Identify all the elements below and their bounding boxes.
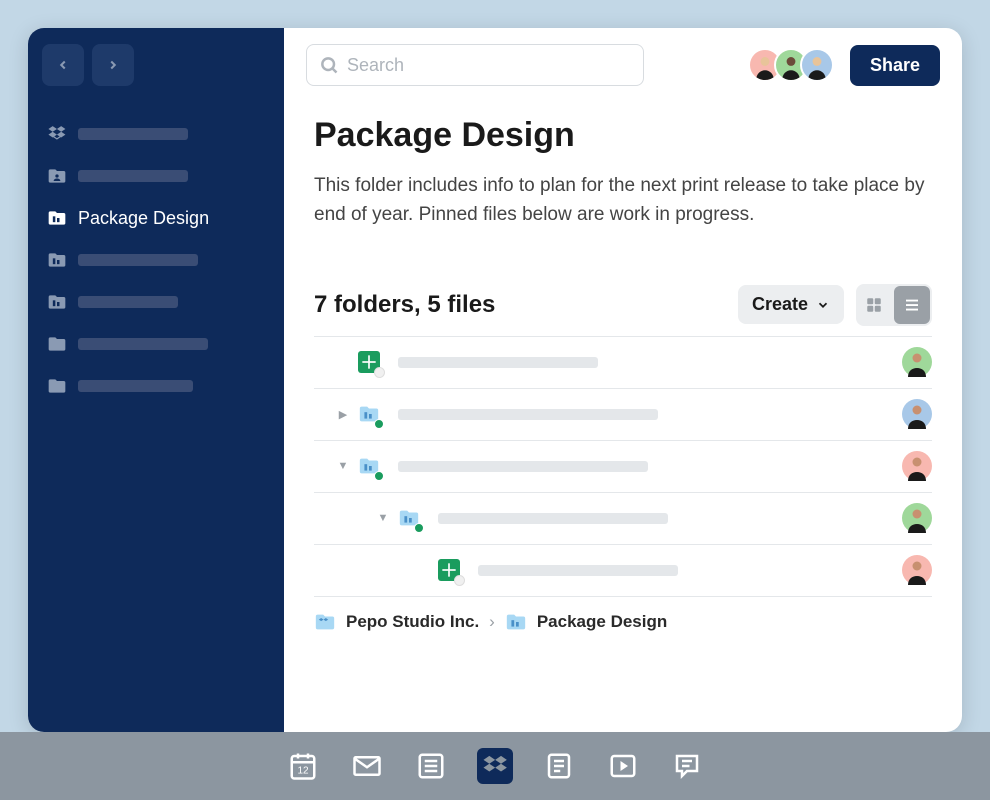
cloud-badge [374, 367, 385, 378]
topbar: Share [284, 28, 962, 102]
search-input[interactable] [347, 55, 631, 76]
folder-tree: Package Design [38, 114, 274, 406]
disclosure-open-icon[interactable]: ▼ [374, 512, 392, 524]
back-button[interactable] [42, 44, 84, 86]
view-toggle [856, 284, 932, 326]
placeholder-bar [78, 128, 188, 140]
create-button[interactable]: Create [738, 285, 844, 324]
sidebar-item[interactable] [38, 240, 274, 280]
file-row[interactable]: ▼ [314, 493, 932, 545]
dock-play[interactable] [605, 748, 641, 784]
file-row[interactable] [314, 337, 932, 389]
owner-avatar[interactable] [902, 555, 932, 585]
sidebar-item[interactable] [38, 324, 274, 364]
forward-button[interactable] [92, 44, 134, 86]
sidebar-item-label: Package Design [78, 208, 209, 229]
search-icon [319, 55, 339, 75]
list-view-button[interactable] [894, 286, 930, 324]
sidebar-item[interactable] [38, 282, 274, 322]
page-title: Package Design [314, 116, 932, 155]
sidebar-item[interactable] [38, 366, 274, 406]
owner-avatar[interactable] [902, 503, 932, 533]
filename-placeholder [438, 513, 668, 524]
company-folder-icon [505, 611, 527, 633]
placeholder-bar [78, 338, 208, 350]
dropbox-folder-icon [314, 611, 336, 633]
spreadsheet-icon [358, 351, 380, 373]
owner-avatar[interactable] [902, 399, 932, 429]
placeholder-bar [78, 296, 178, 308]
dropbox-icon [46, 123, 68, 145]
nav-arrows [38, 40, 274, 90]
create-label: Create [752, 294, 808, 315]
content-area: Package Design This folder includes info… [284, 102, 962, 732]
svg-text:12: 12 [297, 766, 309, 777]
sync-check-badge [414, 523, 424, 533]
person-folder-icon [46, 165, 68, 187]
filename-placeholder [398, 409, 658, 420]
placeholder-bar [78, 170, 188, 182]
dock-list[interactable] [413, 748, 449, 784]
page-description: This folder includes info to plan for th… [314, 171, 932, 230]
file-row[interactable]: ▼ [314, 441, 932, 493]
sidebar-item-package-design[interactable]: Package Design [38, 198, 274, 238]
list-toolbar: 7 folders, 5 files Create [314, 284, 932, 326]
search-field[interactable] [306, 44, 644, 86]
file-row[interactable]: ▶ [314, 389, 932, 441]
placeholder-bar [78, 254, 198, 266]
filename-placeholder [398, 357, 598, 368]
sync-check-badge [374, 419, 384, 429]
breadcrumb: Pepo Studio Inc. › Package Design [314, 597, 932, 647]
folder-icon [46, 333, 68, 355]
item-count: 7 folders, 5 files [314, 291, 495, 319]
share-button[interactable]: Share [850, 45, 940, 86]
avatar[interactable] [800, 48, 834, 82]
placeholder-bar [78, 380, 193, 392]
sidebar: Package Design [28, 28, 284, 732]
chevron-down-icon [816, 298, 830, 312]
breadcrumb-current[interactable]: Package Design [537, 612, 667, 632]
company-folder-icon [46, 207, 68, 229]
company-folder-icon [46, 291, 68, 313]
dock: 12 [0, 732, 990, 800]
sync-check-badge [374, 471, 384, 481]
breadcrumb-separator: › [489, 612, 495, 632]
dock-document[interactable] [541, 748, 577, 784]
folder-icon [398, 507, 420, 529]
disclosure-closed-icon[interactable]: ▶ [334, 408, 352, 421]
folder-icon [358, 403, 380, 425]
owner-avatar[interactable] [902, 451, 932, 481]
cloud-badge [454, 575, 465, 586]
main-panel: Share Package Design This folder include… [284, 28, 962, 732]
dock-mail[interactable] [349, 748, 385, 784]
sidebar-item[interactable] [38, 156, 274, 196]
dock-calendar[interactable]: 12 [285, 748, 321, 784]
filename-placeholder [398, 461, 648, 472]
file-row[interactable] [314, 545, 932, 597]
disclosure-open-icon[interactable]: ▼ [334, 460, 352, 472]
sidebar-item-root[interactable] [38, 114, 274, 154]
breadcrumb-root[interactable]: Pepo Studio Inc. [346, 612, 479, 632]
collaborator-avatars[interactable] [748, 48, 834, 82]
filename-placeholder [478, 565, 678, 576]
file-list: ▶ ▼ ▼ [314, 336, 932, 597]
folder-icon [358, 455, 380, 477]
folder-icon [46, 375, 68, 397]
spreadsheet-icon [438, 559, 460, 581]
grid-view-button[interactable] [856, 286, 892, 324]
company-folder-icon [46, 249, 68, 271]
dock-chat[interactable] [669, 748, 705, 784]
owner-avatar[interactable] [902, 347, 932, 377]
dock-dropbox[interactable] [477, 748, 513, 784]
app-window: Package Design [28, 28, 962, 732]
